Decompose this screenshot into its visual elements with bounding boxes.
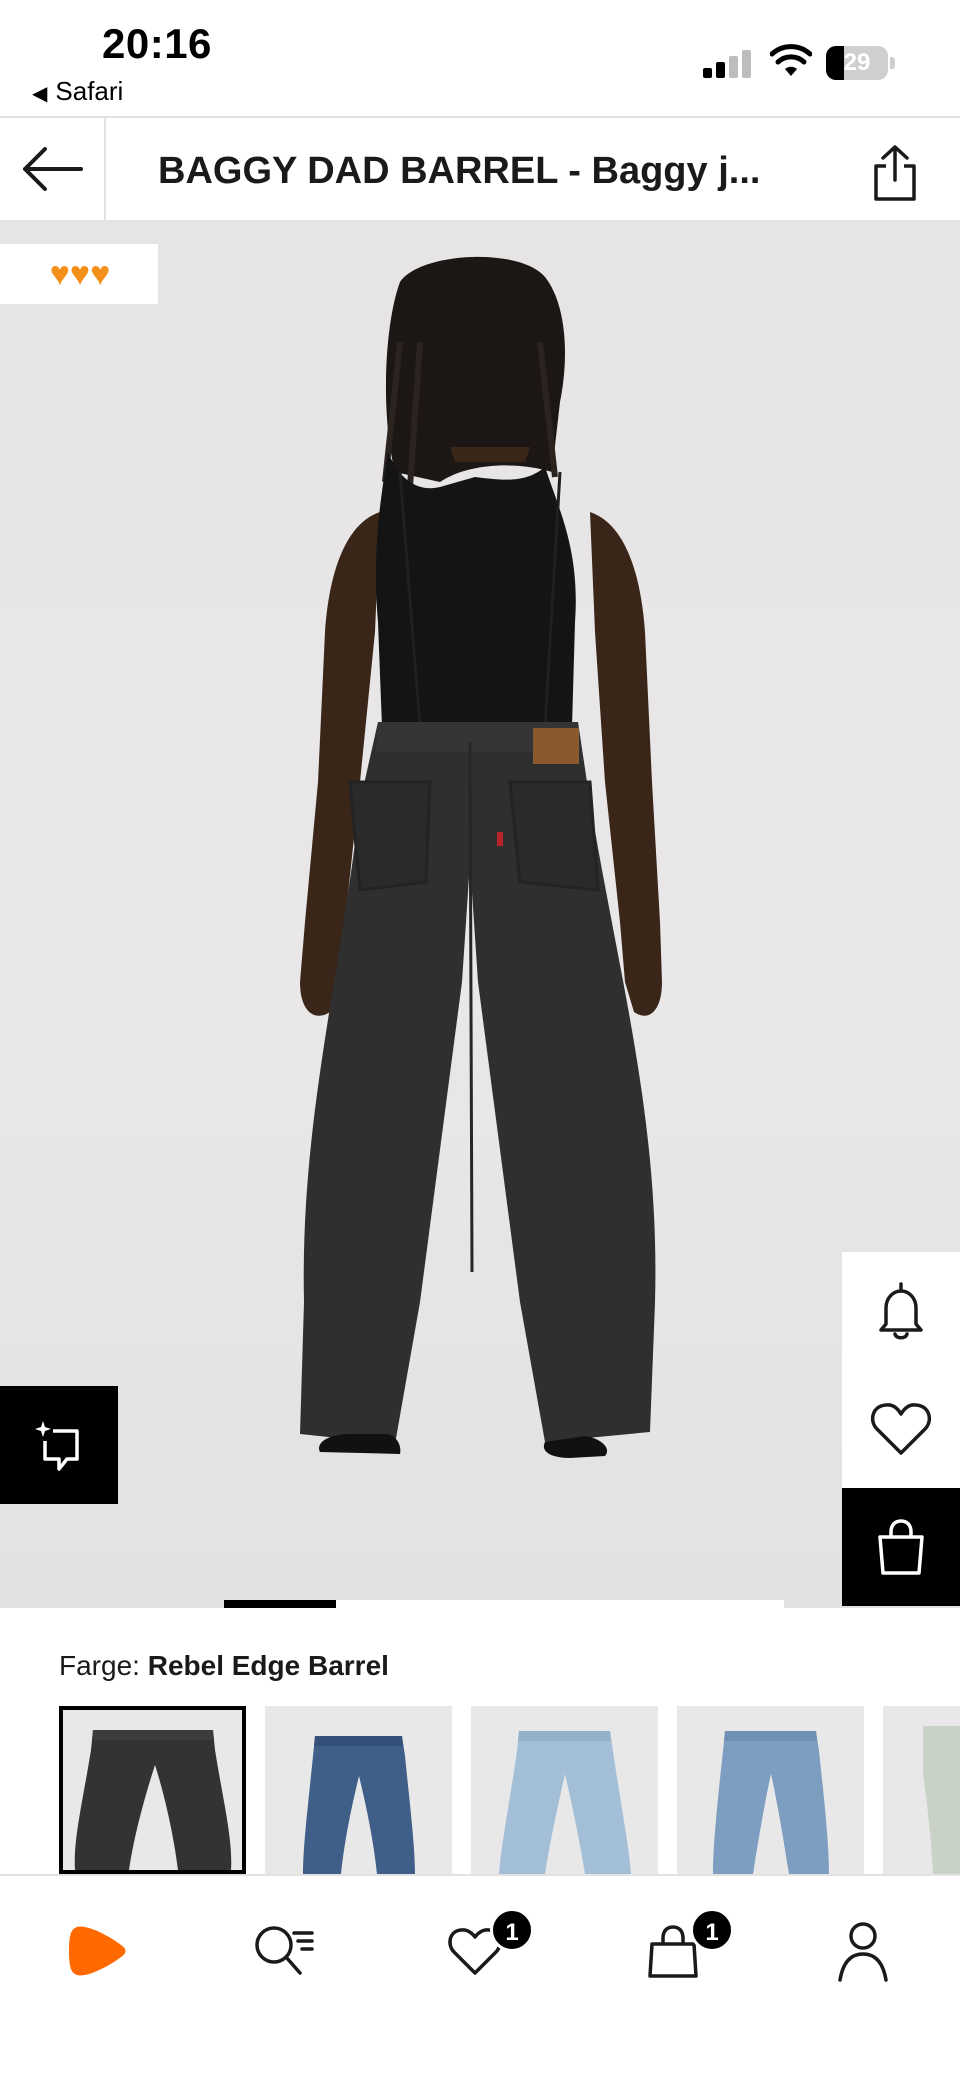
nav-bag[interactable]: 1 (628, 1906, 734, 1996)
zalando-logo-icon (69, 1926, 126, 1976)
wifi-icon (770, 44, 812, 76)
swatch-jeans-light-blue (499, 1731, 631, 1874)
wishlist-add-button[interactable] (842, 1370, 960, 1488)
color-swatch[interactable] (883, 1706, 960, 1874)
orange-heart-icon: ♥ (49, 254, 70, 293)
nav-search[interactable] (240, 1906, 330, 1996)
bell-icon (879, 1282, 923, 1340)
search-icon (255, 1926, 314, 1975)
swatch-jeans-pale-green (923, 1726, 960, 1874)
orange-heart-icon: ♥ (69, 254, 90, 293)
arrow-left-icon (23, 147, 83, 191)
color-swatch[interactable] (471, 1706, 658, 1874)
share-icon (874, 145, 916, 201)
product-title: BAGGY DAD BARREL - Baggy j... (158, 150, 761, 192)
carousel-progress-active (224, 1600, 336, 1608)
wishlist-count-badge: 1 (490, 1908, 534, 1952)
swatch-jeans-dark-blue (303, 1736, 415, 1874)
notify-button[interactable] (842, 1252, 960, 1370)
shopping-bag-icon (878, 1519, 924, 1575)
back-button[interactable] (0, 118, 106, 220)
back-to-app-link[interactable]: ◀ Safari (32, 76, 123, 107)
color-swatch[interactable] (677, 1706, 864, 1874)
visual-search-button[interactable] (0, 1386, 118, 1504)
product-side-actions (842, 1252, 960, 1606)
nav-wishlist[interactable]: 1 (430, 1906, 534, 1996)
product-photo-model (300, 256, 662, 1458)
product-image-carousel[interactable]: ♥ ♥ ♥ (0, 222, 960, 1608)
sustainability-badge: ♥ ♥ ♥ (0, 244, 158, 304)
color-selection: Farge: Rebel Edge Barrel (59, 1650, 389, 1682)
swatch-jeans-black (74, 1730, 232, 1870)
share-button[interactable] (860, 138, 930, 208)
color-swatch-list (59, 1706, 960, 1874)
color-swatch[interactable] (265, 1706, 452, 1874)
battery-percent: 29 (843, 49, 871, 76)
sparkle-crop-icon (35, 1421, 79, 1471)
color-label: Farge: (59, 1650, 140, 1681)
color-swatch-selected[interactable] (59, 1706, 246, 1874)
cart-count-badge: 1 (690, 1908, 734, 1952)
cellular-signal-icon (703, 48, 751, 78)
heart-icon (870, 1403, 932, 1455)
swatch-jeans-mid-blue (713, 1731, 829, 1874)
user-icon (838, 1922, 888, 1982)
add-to-bag-button[interactable] (842, 1488, 960, 1606)
orange-heart-icon: ♥ (90, 254, 110, 293)
color-value: Rebel Edge Barrel (147, 1650, 389, 1681)
nav-home[interactable] (52, 1906, 142, 1996)
carousel-progress (224, 1600, 784, 1608)
back-app-label: Safari (55, 76, 124, 106)
product-header: BAGGY DAD BARREL - Baggy j... (0, 116, 960, 222)
bottom-navigation: 1 1 (0, 1874, 960, 2078)
back-triangle-icon: ◀ (32, 83, 48, 105)
nav-profile[interactable] (818, 1906, 908, 1996)
battery-indicator: 29 (826, 46, 895, 80)
status-bar: 20:16 ◀ Safari 29 (0, 0, 960, 116)
status-time: 20:16 (102, 20, 212, 67)
